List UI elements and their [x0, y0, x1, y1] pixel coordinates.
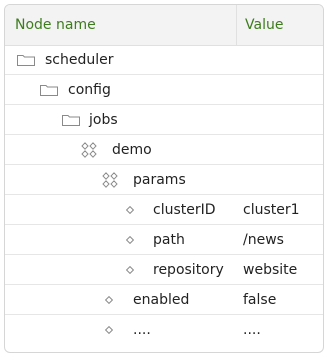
tree-row-scheduler[interactable]: scheduler [5, 45, 323, 75]
property-icon [126, 266, 134, 274]
property-icon [105, 296, 113, 304]
property-icon [105, 326, 113, 334]
tree-row-label: demo [112, 142, 152, 158]
column-header-value[interactable]: Value [245, 5, 283, 45]
tree-row-path[interactable]: path /news [5, 225, 323, 255]
tree-row-label: enabled [133, 292, 190, 308]
tree-row-label: config [68, 82, 111, 98]
tree-row-jobs[interactable]: jobs [5, 105, 323, 135]
tree-row-clusterid[interactable]: clusterID cluster1 [5, 195, 323, 225]
folder-icon [40, 85, 58, 96]
column-header-node-name[interactable]: Node name [15, 5, 96, 45]
tree-row-value: /news [243, 232, 284, 248]
property-icon [126, 206, 134, 214]
tree-row-label: clusterID [153, 202, 216, 218]
tree-row-label: repository [153, 262, 224, 278]
property-icon [126, 236, 134, 244]
node-group-icon [102, 172, 118, 188]
table-header: Node name Value [5, 5, 323, 46]
tree-row-label: path [153, 232, 185, 248]
tree-row-label: jobs [89, 112, 118, 128]
tree-row-more[interactable]: .... .... [5, 315, 323, 345]
tree-row-label: params [133, 172, 186, 188]
tree-row-params[interactable]: params [5, 165, 323, 195]
tree-row-value: website [243, 262, 298, 278]
column-divider [236, 5, 237, 45]
tree-row-label: .... [133, 322, 151, 338]
tree-row-demo[interactable]: demo [5, 135, 323, 165]
tree-row-repository[interactable]: repository website [5, 255, 323, 285]
node-group-icon [81, 142, 97, 158]
tree-row-label: scheduler [45, 52, 114, 68]
folder-icon [17, 55, 35, 66]
folder-icon [62, 115, 80, 126]
tree-row-value: false [243, 292, 277, 308]
tree-row-value: .... [243, 322, 261, 338]
tree-row-enabled[interactable]: enabled false [5, 285, 323, 315]
tree-row-value: cluster1 [243, 202, 300, 218]
node-tree-table: Node name Value scheduler config jobs de… [4, 4, 324, 353]
tree-row-config[interactable]: config [5, 75, 323, 105]
